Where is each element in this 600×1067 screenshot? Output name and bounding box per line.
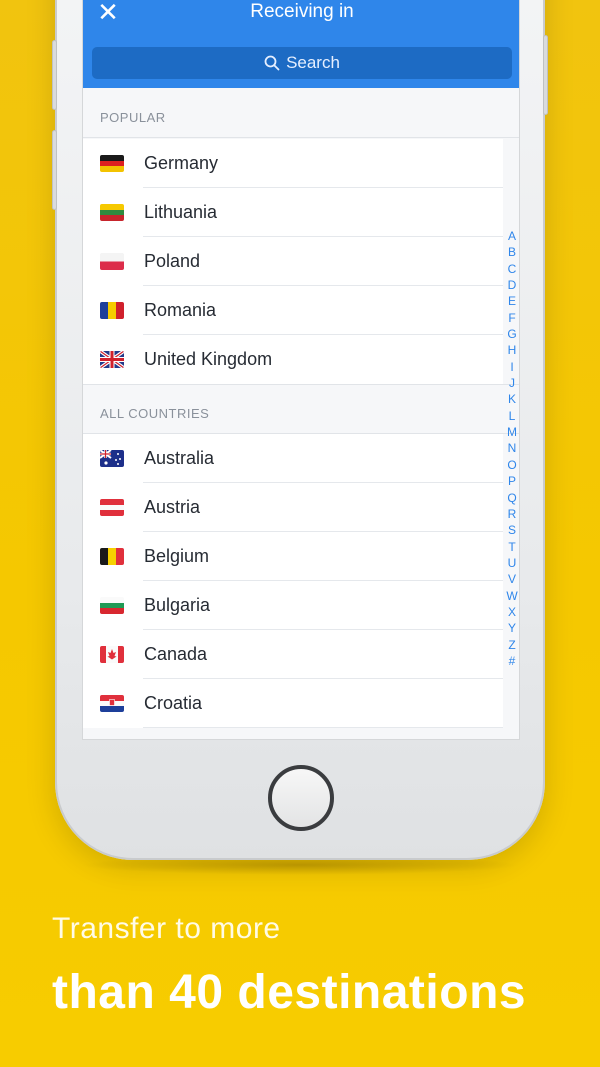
index-letter[interactable]: Q — [503, 490, 519, 506]
bulgaria-flag-icon — [100, 597, 124, 614]
poland-flag-icon — [100, 253, 124, 270]
canada-flag-icon — [100, 646, 124, 663]
index-letter[interactable]: # — [503, 653, 519, 669]
country-name: Austria — [144, 497, 201, 517]
index-letter[interactable]: U — [503, 555, 519, 571]
index-letter[interactable]: I — [503, 359, 519, 375]
caption-line-1: Transfer to more — [52, 912, 281, 945]
list-item[interactable]: Germany — [83, 139, 503, 188]
section-header-all-countries: ALL COUNTRIES — [83, 384, 519, 434]
austria-flag-icon — [100, 499, 124, 516]
popular-list: Germany Lithuania Poland Romania United … — [83, 139, 503, 384]
navigation-bar: ✕ Receiving in Search — [83, 0, 519, 88]
index-letter[interactable]: K — [503, 391, 519, 407]
list-item[interactable]: Poland — [83, 237, 503, 286]
index-letter[interactable]: D — [503, 277, 519, 293]
divider — [143, 727, 503, 728]
belgium-flag-icon — [100, 548, 124, 565]
index-letter[interactable]: W — [503, 588, 519, 604]
country-name: Bulgaria — [144, 595, 211, 615]
index-letter[interactable]: S — [503, 522, 519, 538]
index-letter[interactable]: T — [503, 539, 519, 555]
list-item[interactable]: Australia — [83, 434, 503, 483]
index-letter[interactable]: A — [503, 228, 519, 244]
australia-flag-icon — [100, 450, 124, 467]
croatia-flag-icon — [100, 695, 124, 712]
index-letter[interactable]: C — [503, 261, 519, 277]
list-item[interactable]: Croatia — [83, 679, 503, 728]
country-name: Canada — [144, 644, 208, 664]
index-letter[interactable]: Z — [503, 637, 519, 653]
index-letter[interactable]: B — [503, 244, 519, 260]
lithuania-flag-icon — [100, 204, 124, 221]
list-item[interactable]: Austria — [83, 483, 503, 532]
index-letter[interactable]: P — [503, 473, 519, 489]
index-letter[interactable]: J — [503, 375, 519, 391]
germany-flag-icon — [100, 155, 124, 172]
index-letter[interactable]: G — [503, 326, 519, 342]
all-countries-list: Australia Austria Belgium Bulgaria Canad… — [83, 434, 503, 728]
country-name: Poland — [144, 251, 201, 271]
list-item[interactable]: Romania — [83, 286, 503, 335]
section-header-popular: POPULAR — [83, 88, 519, 138]
section-title: ALL COUNTRIES — [100, 406, 210, 421]
index-letter[interactable]: F — [503, 310, 519, 326]
index-letter[interactable]: N — [503, 440, 519, 456]
index-letter[interactable]: Y — [503, 620, 519, 636]
phone-side-button — [52, 40, 57, 110]
page-title: Receiving in — [250, 1, 354, 22]
search-icon — [264, 55, 280, 71]
index-letter[interactable]: X — [503, 604, 519, 620]
list-item[interactable]: Belgium — [83, 532, 503, 581]
phone-side-button — [52, 130, 57, 210]
list-item[interactable]: Canada — [83, 630, 503, 679]
section-title: POPULAR — [100, 110, 166, 125]
search-placeholder: Search — [286, 53, 340, 72]
phone-side-button — [543, 35, 548, 115]
country-name: Australia — [144, 448, 215, 468]
country-name: Croatia — [144, 693, 203, 713]
app-screen: ✕ Receiving in Search POPULAR Germany Li… — [82, 0, 520, 740]
index-letter[interactable]: R — [503, 506, 519, 522]
country-name: Lithuania — [144, 202, 218, 222]
index-letter[interactable]: O — [503, 457, 519, 473]
index-letter[interactable]: V — [503, 571, 519, 587]
index-letter[interactable]: E — [503, 293, 519, 309]
uk-flag-icon — [100, 351, 124, 368]
home-button[interactable] — [268, 765, 334, 831]
country-name: Romania — [144, 300, 217, 320]
index-letter[interactable]: H — [503, 342, 519, 358]
alphabet-index[interactable]: A B C D E F G H I J K L M N O P Q R S T U V W X Y Z # — [503, 228, 519, 669]
list-item[interactable]: Lithuania — [83, 188, 503, 237]
index-letter[interactable]: M — [503, 424, 519, 440]
list-item[interactable]: Bulgaria — [83, 581, 503, 630]
caption-line-2: than 40 destinations — [52, 966, 527, 1019]
search-input[interactable]: Search — [92, 47, 512, 79]
country-name: United Kingdom — [144, 349, 273, 369]
index-letter[interactable]: L — [503, 408, 519, 424]
country-name: Belgium — [144, 546, 210, 566]
list-item[interactable]: United Kingdom — [83, 335, 503, 384]
country-name: Germany — [144, 153, 219, 173]
romania-flag-icon — [100, 302, 124, 319]
